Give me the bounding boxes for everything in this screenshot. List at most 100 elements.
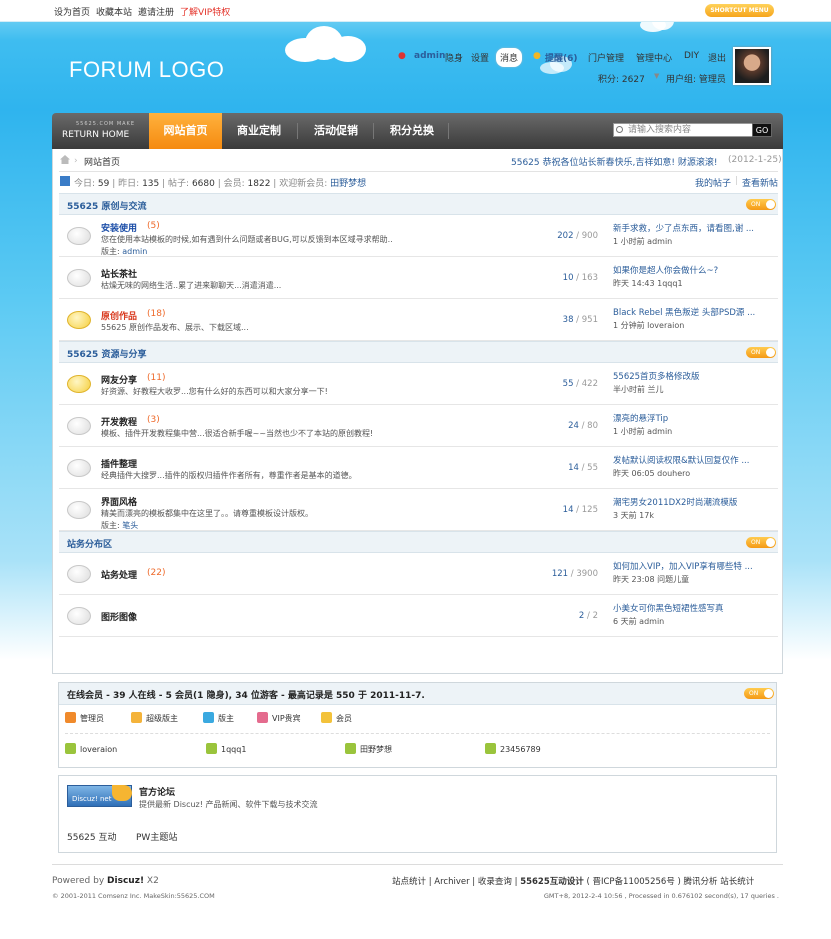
last-post-meta: 1 分钟前 loveraion (613, 321, 685, 330)
forum-description: 好资源、好教程大收罗...您有什么好的东西可以和大家分享一下! (101, 387, 328, 396)
announcement-link[interactable]: 55625 恭祝各位站长新春快乐,吉祥如意! 财源滚滚! (511, 155, 717, 168)
icp-link[interactable]: ( 晋ICP备11005256号 ) (586, 877, 680, 887)
moderator-link[interactable]: 笔头 (122, 521, 138, 530)
search-go-button[interactable]: GO (752, 123, 772, 137)
last-post-link[interactable]: 55625首页多格修改版 (613, 370, 771, 382)
moderator-link[interactable]: admin (122, 247, 147, 256)
newest-member-link[interactable]: 田野梦想 (330, 179, 366, 189)
last-post-link[interactable]: 小美女可你黑色短裙性感写真 (613, 602, 771, 614)
friend-link[interactable]: PW主题站 (136, 830, 177, 843)
moderator-label: 版主: (101, 247, 120, 256)
avatar[interactable] (733, 47, 771, 85)
my-posts-link[interactable]: 我的帖子 (695, 176, 731, 189)
online-user[interactable]: 田野梦想 (345, 743, 392, 755)
new-posts-link[interactable]: 查看新帖 (742, 176, 778, 189)
official-forum-link[interactable]: 官方论坛 (139, 785, 175, 798)
set-home-link[interactable]: 设为首页 (54, 5, 90, 18)
brand-link[interactable]: 55625互动设计 (520, 877, 584, 887)
invisible-status[interactable]: 隐身 (445, 51, 463, 64)
legend-item: 管理员 (65, 712, 104, 724)
legend-item: 会员 (321, 712, 352, 724)
nav-custom[interactable]: 商业定制 (224, 113, 294, 149)
last-post-meta: 昨天 23:08 问题儿童 (613, 575, 690, 584)
logout-link[interactable]: 退出 (708, 51, 726, 64)
section-toggle[interactable]: ON (746, 199, 776, 210)
search-input[interactable]: 请输入搜索内容 (613, 123, 753, 137)
section-title[interactable]: 站务分布区 (67, 537, 112, 550)
forum-name-link[interactable]: 开发教程 (101, 415, 137, 428)
forum-content: › 网站首页 55625 恭祝各位站长新春快乐,吉祥如意! 财源滚滚! (201… (52, 149, 783, 674)
forum-description: 模板、插件开发教程集中营...很适合新手喔~~当然也少不了本站的原创教程! (101, 429, 374, 438)
member-group-icon (321, 712, 332, 723)
announcement-date: (2012-1-25) (728, 155, 782, 165)
member-group-icon (257, 712, 268, 723)
last-post-link[interactable]: 如何加入VIP，加入VIP享有哪些特 ... (613, 560, 771, 572)
member-icon (485, 743, 496, 754)
online-user[interactable]: 23456789 (485, 743, 541, 755)
tencent-analytics-link[interactable]: 腾讯分析 (684, 877, 718, 887)
archiver-link[interactable]: Archiver (434, 877, 469, 887)
section-toggle[interactable]: ON (746, 347, 776, 358)
messages-link[interactable]: 消息 (496, 48, 523, 67)
settings-link[interactable]: 设置 (471, 51, 489, 64)
legend-item: 版主 (203, 712, 234, 724)
forum-name-link[interactable]: 原创作品 (101, 309, 137, 322)
online-user[interactable]: 1qqq1 (206, 743, 246, 755)
last-post-link[interactable]: 漂亮的悬浮Tip (613, 412, 771, 424)
footer-links: 站点统计 | Archiver | 收录查询 | 55625互动设计 ( 晋IC… (392, 877, 755, 887)
invite-link[interactable]: 邀请注册 (138, 5, 174, 18)
forum-row: 插件整理 经典插件大搜罗...插件的版权归插件作者所有，尊重作者是基本的道德。 14… (59, 447, 778, 489)
forum-name-link[interactable]: 安装使用 (101, 221, 137, 234)
site-stats-link[interactable]: 站长统计 (720, 877, 754, 887)
last-post-link[interactable]: 发帖默认阅读权限&默认回复仅作 ... (613, 454, 771, 466)
last-post-meta: 昨天 14:43 1qqq1 (613, 279, 683, 288)
member-group-icon (203, 712, 214, 723)
forum-name-link[interactable]: 网友分享 (101, 373, 137, 386)
forum-name-link[interactable]: 站长茶社 (101, 267, 137, 280)
bookmark-link[interactable]: 收藏本站 (96, 5, 132, 18)
divider (59, 171, 778, 172)
section-title[interactable]: 55625 资源与分享 (67, 347, 146, 360)
chevron-down-icon: ▼ (654, 72, 660, 80)
forum-name-link[interactable]: 站务处理 (101, 568, 137, 581)
member-icon (206, 743, 217, 754)
forum-name-link[interactable]: 插件整理 (101, 457, 137, 470)
vip-link[interactable]: 了解VIP特权 (180, 5, 230, 18)
nav-promotions[interactable]: 活动促销 (300, 113, 372, 149)
forum-row: 站务处理 (22) 121 / 3900 如何加入VIP，加入VIP享有哪些特 ...… (59, 553, 778, 595)
forum-stats: 24 / 80 (568, 421, 598, 431)
breadcrumb-home[interactable]: 网站首页 (84, 155, 120, 168)
nav-home[interactable]: 网站首页 (149, 113, 222, 149)
home-icon[interactable] (60, 155, 70, 164)
remind-link[interactable]: 提醒(6) (545, 51, 578, 64)
online-toggle[interactable]: ON (744, 688, 774, 699)
return-home-logo[interactable]: 55625.COM MAKE RETURN HOME (62, 120, 135, 140)
portal-admin-link[interactable]: 门户管理 (588, 51, 624, 64)
online-title: 在线会员 - 39 人在线 - 5 会员(1 隐身), 34 位游客 - 最高记… (67, 691, 425, 701)
username-link[interactable]: admin (414, 51, 445, 61)
member-group-icon (131, 712, 142, 723)
online-header: 在线会员 - 39 人在线 - 5 会员(1 隐身), 34 位游客 - 最高记… (59, 683, 776, 705)
forum-row: 界面风格 精美而漂亮的模板都集中在这里了。。请尊重模板设计版权。 版主: 笔头 14 … (59, 489, 778, 531)
online-user[interactable]: loveraion (65, 743, 117, 755)
friend-link[interactable]: 55625 互动 (67, 830, 117, 843)
discuz-link[interactable]: Discuz! (107, 876, 144, 886)
stats-link[interactable]: 站点统计 (392, 877, 426, 887)
forum-logo[interactable]: FORUM LOGO (69, 57, 224, 83)
last-post-link[interactable]: Black Rebel 黑色叛逆 头部PSD源 ... (613, 306, 771, 318)
section-title[interactable]: 55625 原创与交流 (67, 199, 146, 212)
last-post-link[interactable]: 潮宅男女2011DX2时尚潮流模版 (613, 496, 771, 508)
points-dropdown[interactable]: 积分: 2627 (598, 72, 645, 85)
query-link[interactable]: 收录查询 (478, 877, 512, 887)
admin-center-link[interactable]: 管理中心 (636, 51, 672, 64)
forum-stats: 10 / 163 (562, 273, 598, 283)
section-toggle[interactable]: ON (746, 537, 776, 548)
last-post-link[interactable]: 新手求救，少了点东西，请看图,谢 ... (613, 222, 771, 234)
diy-link[interactable]: DIY (684, 51, 699, 61)
nav-points-exchange[interactable]: 积分兑换 (376, 113, 448, 149)
forum-stats: 2 / 2 (578, 611, 598, 621)
shortcut-menu-button[interactable]: SHORTCUT MENU (705, 4, 774, 17)
last-post-link[interactable]: 如果你是超人你会做什么~? (613, 264, 771, 276)
forum-name-link[interactable]: 界面风格 (101, 495, 137, 508)
forum-name-link[interactable]: 图形图像 (101, 610, 137, 623)
